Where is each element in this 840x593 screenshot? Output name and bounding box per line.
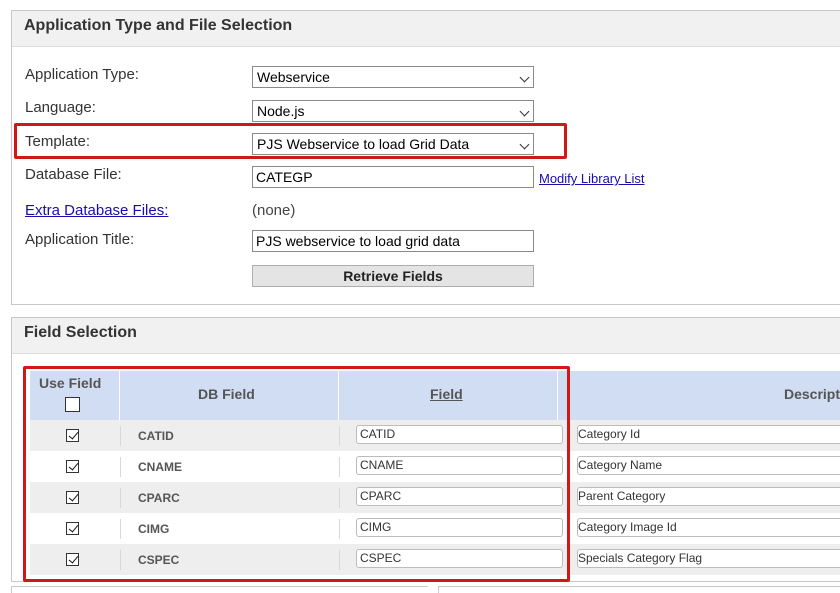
description-input[interactable]: Parent Category xyxy=(577,487,840,506)
application-type-select[interactable]: Webservice xyxy=(252,66,534,88)
panel-title-field-selection: Field Selection xyxy=(12,318,840,354)
application-title-label: Application Title: xyxy=(25,231,135,248)
description-input[interactable]: Category Name xyxy=(577,456,840,475)
field-table-highlight-box xyxy=(23,366,570,582)
description-input[interactable]: Category Id xyxy=(577,425,840,444)
database-file-label: Database File: xyxy=(25,166,122,183)
database-file-input[interactable]: CATEGP xyxy=(252,166,534,188)
extra-database-files-link[interactable]: Extra Database Files: xyxy=(25,202,168,219)
language-select[interactable]: Node.js xyxy=(252,100,534,122)
application-title-input[interactable]: PJS webservice to load grid data xyxy=(252,230,534,252)
description-input[interactable]: Specials Category Flag xyxy=(577,549,840,568)
application-type-label: Application Type: xyxy=(25,66,139,83)
description-header-label: Descript xyxy=(784,386,840,402)
extra-database-files-value: (none) xyxy=(252,202,296,219)
chevron-down-icon xyxy=(519,72,530,83)
language-label: Language: xyxy=(25,99,96,116)
chevron-down-icon xyxy=(519,106,530,117)
column-header-description: Descript xyxy=(558,371,840,420)
language-value: Node.js xyxy=(257,103,305,119)
retrieve-fields-button[interactable]: Retrieve Fields xyxy=(252,265,534,287)
bottom-panel-edge-right xyxy=(438,586,840,593)
application-type-value: Webservice xyxy=(257,69,330,85)
template-highlight-box xyxy=(14,123,567,159)
bottom-panel-edge-left xyxy=(11,586,428,593)
description-input[interactable]: Category Image Id xyxy=(577,518,840,537)
modify-library-list-link[interactable]: Modify Library List xyxy=(539,171,644,186)
panel-title-app-type: Application Type and File Selection xyxy=(12,11,840,47)
